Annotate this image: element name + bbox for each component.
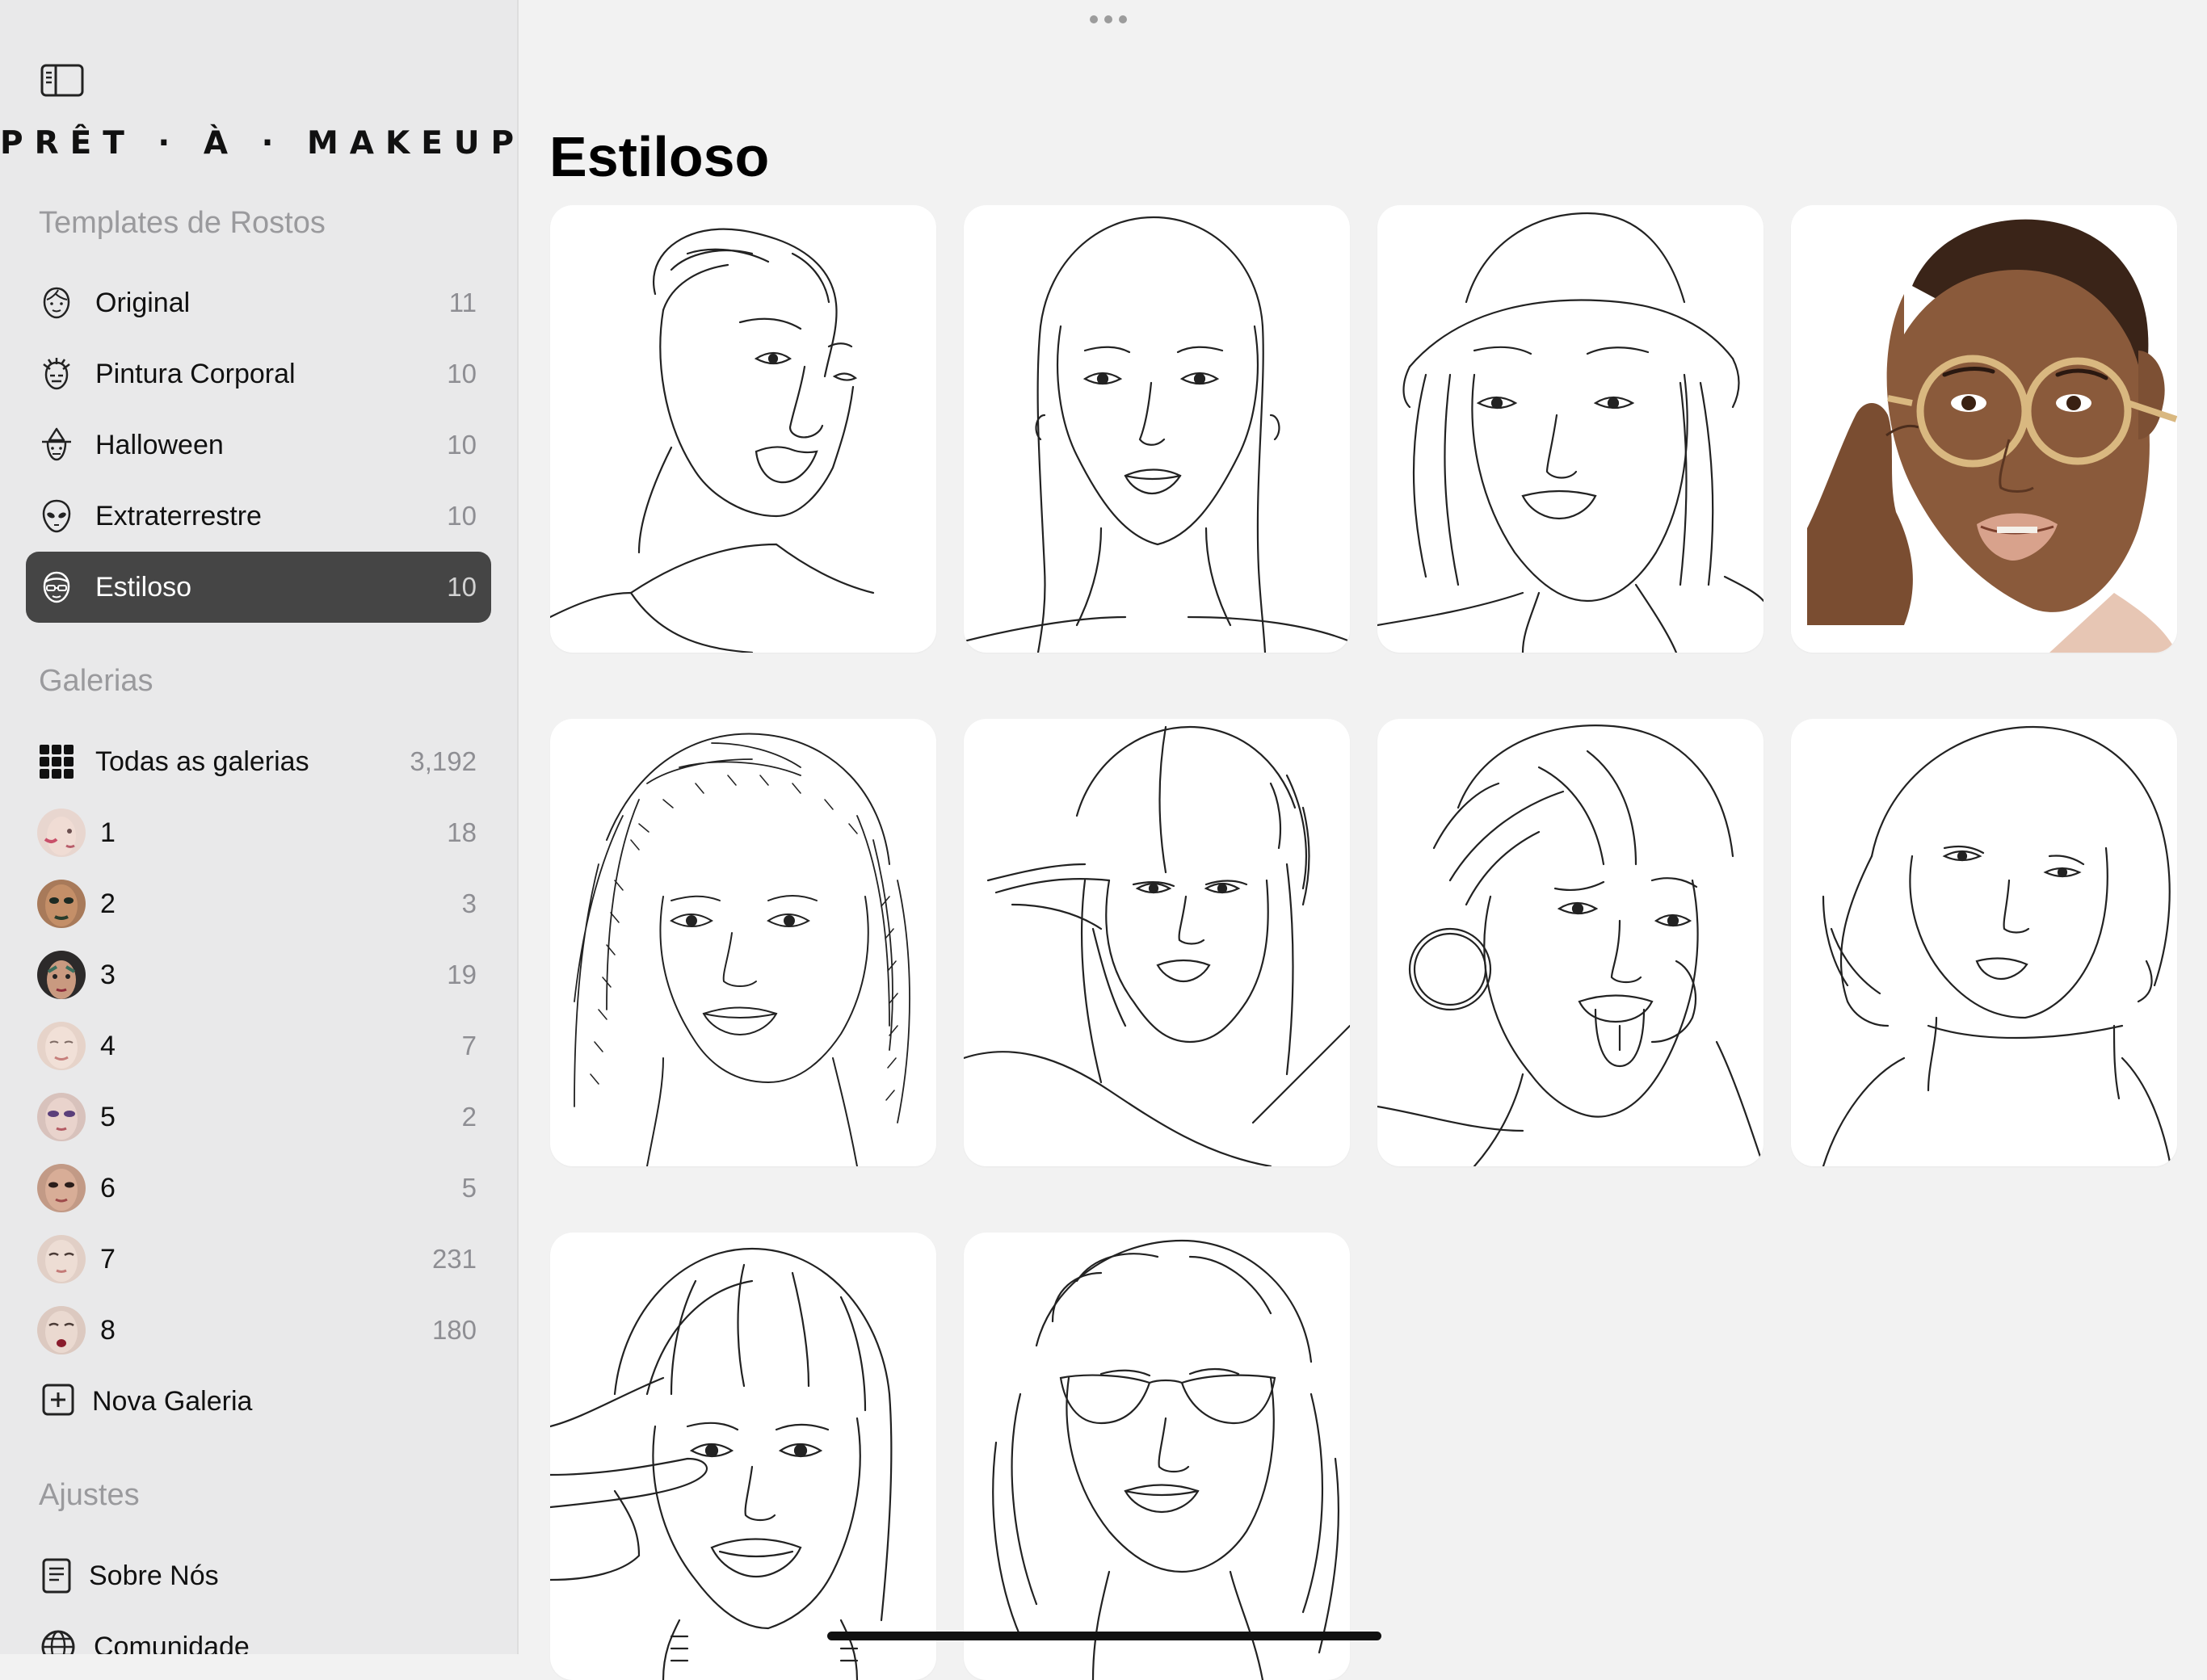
face-template-cat-eye-sunglasses[interactable]	[964, 1233, 1350, 1680]
sidebar-item-count: 3,192	[410, 746, 477, 776]
sidebar: PRÊT · À · MAKEUP Templates de Rostos Or…	[0, 0, 519, 1654]
sidebar-item-label: 3	[100, 960, 116, 990]
sidebar-item-count: 10	[447, 430, 477, 460]
sidebar-item-all-galleries[interactable]: Todas as galerias 3,192	[26, 726, 491, 797]
templates-section-title: Templates de Rostos	[39, 206, 326, 240]
face-template-bob-turtleneck[interactable]	[1791, 719, 2177, 1166]
sidebar-item-label: Halloween	[95, 430, 224, 460]
sidebar-item-count: 180	[431, 1315, 477, 1345]
sidebar-item-gallery-4[interactable]: 4 7	[26, 1010, 491, 1082]
gallery-thumbnail	[37, 1235, 86, 1283]
sidebar-item-label: 1	[100, 817, 116, 848]
sidebar-item-label: Sobre Nós	[89, 1560, 219, 1591]
new-gallery-button[interactable]: Nova Galeria	[26, 1366, 491, 1437]
face-template-round-glasses[interactable]	[1791, 205, 2177, 653]
face-template-bucket-hat[interactable]	[1377, 205, 1763, 653]
sidebar-item-label: Pintura Corporal	[95, 359, 296, 389]
sidebar-item-label: 6	[100, 1173, 116, 1203]
sidebar-item-community[interactable]: Comunidade	[26, 1611, 491, 1654]
sidebar-item-label: 7	[100, 1244, 116, 1275]
sidebar-item-label: Todas as galerias	[95, 746, 309, 777]
home-indicator[interactable]	[827, 1632, 1381, 1640]
stylish-face-icon	[39, 569, 74, 605]
sidebar-item-count: 10	[447, 501, 477, 531]
sidebar-item-gallery-6[interactable]: 6 5	[26, 1153, 491, 1224]
alien-icon	[39, 498, 74, 534]
face-template-wavy-hair-man[interactable]	[550, 205, 936, 653]
more-options-icon[interactable]	[1084, 8, 1133, 31]
gallery-thumbnail	[37, 808, 86, 857]
sidebar-item-label: Nova Galeria	[92, 1386, 253, 1417]
face-template-peace-sign[interactable]	[550, 1233, 936, 1680]
sidebar-item-original[interactable]: Original 11	[26, 267, 491, 338]
sidebar-item-label: 8	[100, 1315, 116, 1346]
face-template-hoop-earring-tongue[interactable]	[1377, 719, 1763, 1166]
sidebar-item-estiloso[interactable]: Estiloso 10	[26, 552, 491, 623]
body-paint-icon	[39, 356, 74, 392]
sidebar-item-gallery-1[interactable]: 1 18	[26, 797, 491, 868]
sidebar-item-count: 3	[461, 888, 477, 918]
gallery-thumbnail	[37, 1306, 86, 1354]
gallery-thumbnail	[37, 1022, 86, 1070]
gallery-thumbnail	[37, 1093, 86, 1141]
witch-icon	[39, 427, 74, 463]
sidebar-item-gallery-2[interactable]: 2 3	[26, 868, 491, 939]
page-title: Estiloso	[549, 125, 770, 188]
sidebar-item-gallery-5[interactable]: 5 2	[26, 1082, 491, 1153]
gallery-thumbnail	[37, 880, 86, 928]
galleries-section-title: Galerias	[39, 664, 153, 698]
sidebar-item-label: Comunidade	[94, 1632, 250, 1654]
sidebar-item-count: 10	[447, 359, 477, 388]
sidebar-item-label: Original	[95, 288, 191, 318]
settings-section-title: Ajustes	[39, 1478, 140, 1512]
gallery-thumbnail	[37, 1164, 86, 1212]
face-template-long-straight-hair[interactable]	[964, 205, 1350, 653]
sidebar-item-gallery-3[interactable]: 3 19	[26, 939, 491, 1010]
sidebar-item-label: 5	[100, 1102, 116, 1132]
document-icon	[42, 1558, 78, 1594]
grid-icon	[39, 744, 74, 779]
face-outline-icon	[39, 285, 74, 321]
sidebar-item-gallery-8[interactable]: 8 180	[26, 1295, 491, 1366]
sidebar-item-label: 4	[100, 1031, 116, 1061]
globe-icon	[40, 1629, 76, 1654]
sidebar-item-extraterrestre[interactable]: Extraterrestre 10	[26, 481, 491, 552]
plus-square-icon	[42, 1384, 78, 1419]
sidebar-item-label: 2	[100, 888, 116, 919]
main-content: Estiloso	[519, 0, 2207, 1680]
sidebar-toggle-icon[interactable]	[40, 63, 86, 99]
sidebar-item-count: 7	[461, 1031, 477, 1060]
sidebar-item-count: 18	[447, 817, 477, 847]
face-template-hands-in-hair[interactable]	[964, 719, 1350, 1166]
sidebar-item-about-us[interactable]: Sobre Nós	[26, 1540, 491, 1611]
sidebar-item-count: 231	[431, 1244, 477, 1274]
sidebar-item-count: 11	[448, 288, 477, 317]
sidebar-item-count: 19	[447, 960, 477, 989]
app-logo: PRÊT · À · MAKEUP	[0, 125, 519, 162]
sidebar-item-gallery-7[interactable]: 7 231	[26, 1224, 491, 1295]
sidebar-item-count: 10	[447, 572, 477, 602]
sidebar-item-label: Extraterrestre	[95, 501, 262, 531]
sidebar-item-count: 2	[461, 1102, 477, 1132]
sidebar-item-count: 5	[461, 1173, 477, 1203]
gallery-thumbnail	[37, 951, 86, 999]
sidebar-item-label: Estiloso	[95, 572, 192, 603]
sidebar-item-halloween[interactable]: Halloween 10	[26, 410, 491, 481]
face-template-braids[interactable]	[550, 719, 936, 1166]
sidebar-item-pintura-corporal[interactable]: Pintura Corporal 10	[26, 338, 491, 410]
